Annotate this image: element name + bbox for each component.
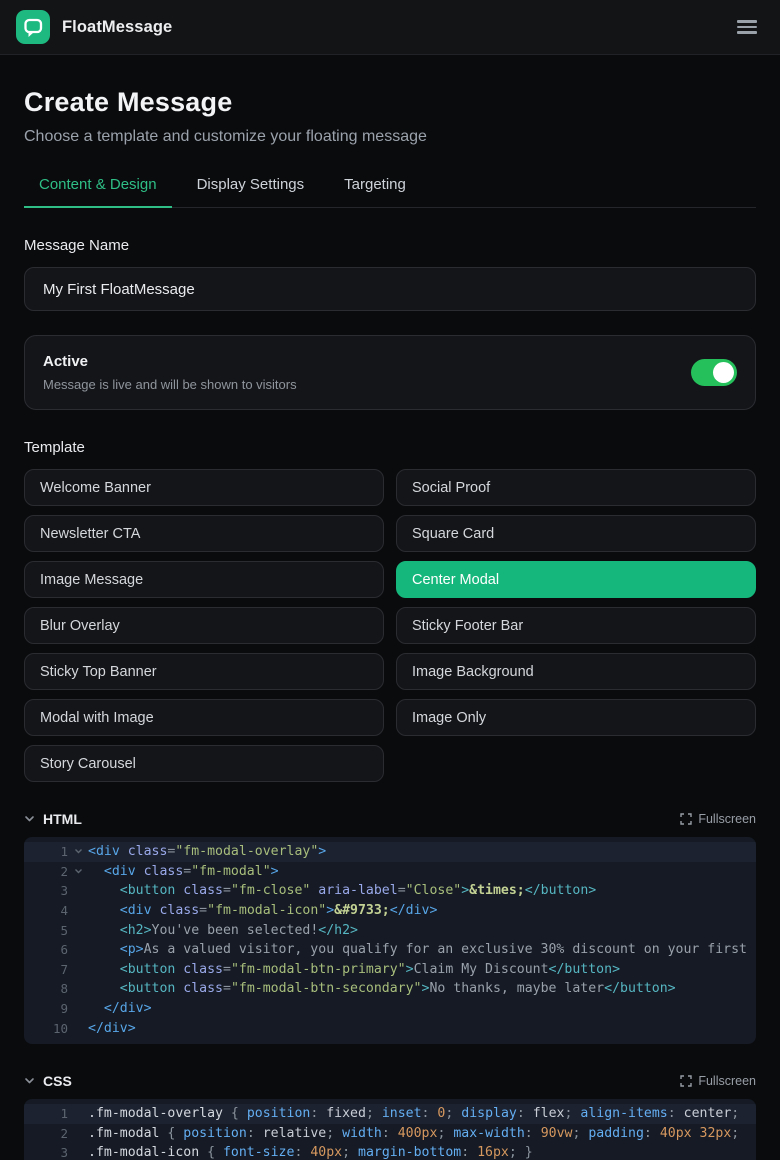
toggle-knob: [713, 362, 734, 383]
fold-toggle[interactable]: [68, 848, 88, 855]
chevron-down-icon: [24, 1077, 35, 1085]
template-option-image-background[interactable]: Image Background: [396, 653, 756, 690]
create-message-page: Create Message Choose a template and cus…: [0, 87, 780, 1160]
tab-bar: Content & Design Display Settings Targetin…: [24, 176, 756, 208]
chevron-down-icon: [24, 815, 35, 823]
line-number: 8: [24, 981, 68, 996]
menu-icon[interactable]: [730, 12, 764, 42]
editor-collapse-css[interactable]: CSS: [24, 1073, 72, 1089]
code-text: <h2>You've been selected!</h2>: [88, 923, 756, 938]
editor-title: HTML: [43, 811, 82, 827]
line-number: 10: [24, 1021, 68, 1036]
line-number: 2: [24, 1126, 68, 1141]
template-option-square-card[interactable]: Square Card: [396, 515, 756, 552]
app-title: FloatMessage: [62, 18, 172, 37]
active-label: Active: [43, 353, 691, 370]
template-option-sticky-top-banner[interactable]: Sticky Top Banner: [24, 653, 384, 690]
fullscreen-label: Fullscreen: [698, 1074, 756, 1088]
template-option-sticky-footer-bar[interactable]: Sticky Footer Bar: [396, 607, 756, 644]
editor-collapse-html[interactable]: HTML: [24, 811, 82, 827]
code-line: 2 <div class="fm-modal">: [24, 862, 756, 882]
code-line: 1 .fm-modal-overlay { position: fixed; in…: [24, 1104, 756, 1124]
fullscreen-label: Fullscreen: [698, 812, 756, 826]
fold-toggle[interactable]: [68, 868, 88, 875]
template-label: Template: [24, 439, 756, 456]
template-grid: Welcome Banner Social Proof Newsletter CTA…: [24, 469, 756, 782]
code-line: 2 .fm-modal { position: relative; width: …: [24, 1124, 756, 1144]
page-title: Create Message: [24, 87, 756, 118]
code-text: <button class="fm-modal-btn-secondary">N…: [88, 981, 756, 996]
line-number: 1: [24, 1106, 68, 1121]
template-option-blur-overlay[interactable]: Blur Overlay: [24, 607, 384, 644]
line-number: 1: [24, 844, 68, 859]
template-option-welcome-banner[interactable]: Welcome Banner: [24, 469, 384, 506]
code-text: </div>: [88, 1001, 756, 1016]
message-name-label: Message Name: [24, 237, 756, 254]
tab-targeting[interactable]: Targeting: [329, 176, 421, 208]
code-editor-html: HTML Fullscreen 1 <div class="fm-modal-over…: [24, 811, 756, 1044]
code-text: <div class="fm-modal-icon">&#9733;</div>: [88, 903, 756, 918]
template-option-newsletter-cta[interactable]: Newsletter CTA: [24, 515, 384, 552]
code-text: .fm-modal { position: relative; width: 4…: [88, 1126, 756, 1141]
fold-chevron-icon: [74, 868, 83, 875]
message-name-input[interactable]: [24, 267, 756, 311]
active-description: Message is live and will be shown to vis…: [43, 377, 691, 392]
template-option-center-modal[interactable]: Center Modal: [396, 561, 756, 598]
code-line: 5 <h2>You've been selected!</h2>: [24, 920, 756, 940]
code-line: 10 </div>: [24, 1018, 756, 1038]
code-line: 8 <button class="fm-modal-btn-secondary"…: [24, 979, 756, 999]
code-line: 3 .fm-modal-icon { font-size: 40px; margi…: [24, 1143, 756, 1160]
code-text: .fm-modal-overlay { position: fixed; ins…: [88, 1106, 756, 1121]
line-number: 7: [24, 962, 68, 977]
line-number: 3: [24, 883, 68, 898]
code-block-html[interactable]: 1 <div class="fm-modal-overlay"> 2 <div cl…: [24, 837, 756, 1044]
line-number: 3: [24, 1145, 68, 1160]
code-line: 9 </div>: [24, 999, 756, 1019]
top-bar: FloatMessage: [0, 0, 780, 55]
line-number: 6: [24, 942, 68, 957]
fullscreen-button-html[interactable]: Fullscreen: [680, 812, 756, 826]
template-option-image-only[interactable]: Image Only: [396, 699, 756, 736]
editor-title: CSS: [43, 1073, 72, 1089]
code-text: <button class="fm-close" aria-label="Clo…: [88, 883, 756, 898]
template-option-image-message[interactable]: Image Message: [24, 561, 384, 598]
line-number: 4: [24, 903, 68, 918]
fullscreen-icon: [680, 1075, 692, 1087]
fullscreen-icon: [680, 813, 692, 825]
code-editor-css: CSS Fullscreen 1 .fm-modal-overlay { positi…: [24, 1073, 756, 1160]
fold-chevron-icon: [74, 848, 83, 855]
template-option-story-carousel[interactable]: Story Carousel: [24, 745, 384, 782]
active-toggle[interactable]: [691, 359, 737, 386]
code-text: <button class="fm-modal-btn-primary">Cla…: [88, 962, 756, 977]
code-text: <p>As a valued visitor, you qualify for …: [88, 942, 756, 957]
template-option-social-proof[interactable]: Social Proof: [396, 469, 756, 506]
line-number: 9: [24, 1001, 68, 1016]
code-line: 4 <div class="fm-modal-icon">&#9733;</di…: [24, 901, 756, 921]
app-logo: [16, 10, 50, 44]
page-subtitle: Choose a template and customize your flo…: [24, 128, 756, 146]
code-line: 3 <button class="fm-close" aria-label="C…: [24, 881, 756, 901]
code-text: .fm-modal-icon { font-size: 40px; margin…: [88, 1145, 756, 1160]
code-line: 7 <button class="fm-modal-btn-primary">C…: [24, 960, 756, 980]
code-line: 1 <div class="fm-modal-overlay">: [24, 842, 756, 862]
active-status-card: Active Message is live and will be shown…: [24, 335, 756, 410]
fullscreen-button-css[interactable]: Fullscreen: [680, 1074, 756, 1088]
tab-display-settings[interactable]: Display Settings: [182, 176, 320, 208]
tab-content-design[interactable]: Content & Design: [24, 176, 172, 208]
line-number: 2: [24, 864, 68, 879]
template-option-modal-with-image[interactable]: Modal with Image: [24, 699, 384, 736]
code-line: 6 <p>As a valued visitor, you qualify fo…: [24, 940, 756, 960]
line-number: 5: [24, 923, 68, 938]
code-text: </div>: [88, 1021, 756, 1036]
speech-bubble-icon: [16, 10, 50, 44]
code-text: <div class="fm-modal">: [88, 864, 756, 879]
code-text: <div class="fm-modal-overlay">: [88, 844, 756, 859]
code-block-css[interactable]: 1 .fm-modal-overlay { position: fixed; in…: [24, 1099, 756, 1160]
